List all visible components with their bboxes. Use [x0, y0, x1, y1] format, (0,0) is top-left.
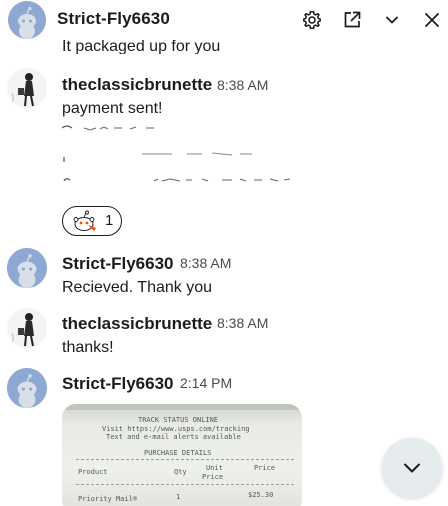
receipt-divider	[76, 459, 294, 460]
snoo-avatar-icon	[7, 248, 47, 288]
receipt-line: TRACK STATUS ONLINE	[138, 416, 219, 424]
snoo-reaction-icon	[73, 210, 96, 231]
receipt-line: Visit https://www.usps.com/tracking	[102, 425, 250, 433]
receipt-line: Price	[202, 473, 224, 481]
open-external-icon	[344, 11, 361, 28]
user-avatar[interactable]	[7, 308, 47, 348]
receipt-top-edge	[62, 404, 302, 410]
receipt-line: Qty	[174, 468, 187, 476]
receipt-line: 1	[176, 493, 181, 501]
message-timestamp: 8:38 AM	[217, 77, 269, 93]
receipt-line: Priority Mail®	[78, 495, 138, 503]
chat-window: Strict-Fly6630 It packaged up for you th…	[0, 0, 448, 506]
open-in-new-window-button[interactable]	[340, 8, 364, 32]
message-text: Recieved. Thank you	[62, 279, 213, 296]
chevron-down-icon	[404, 463, 420, 473]
message-list[interactable]: It packaged up for you theclassicbrunett…	[0, 40, 448, 506]
reaction-count: 1	[105, 212, 114, 229]
user-avatar[interactable]	[7, 368, 47, 408]
settings-button[interactable]	[300, 8, 324, 32]
scroll-to-bottom-button[interactable]	[382, 438, 442, 498]
receipt-divider	[76, 484, 294, 485]
collapse-chat-button[interactable]	[380, 8, 404, 32]
snoo-avatar-icon	[8, 1, 46, 39]
chat-title: Strict-Fly6630	[57, 9, 170, 28]
reaction-pill[interactable]: 1	[62, 206, 122, 236]
snoo-avatar-icon	[7, 368, 47, 408]
redacted-text-fragments	[62, 125, 291, 182]
receipt-line: Product	[78, 468, 108, 476]
receipt-line: Text and e-mail alerts available	[106, 433, 241, 441]
receipt-line: $25.30	[248, 491, 274, 499]
receipt-line: Price	[254, 464, 276, 472]
message-text: payment sent!	[62, 100, 163, 117]
chevron-down-icon	[386, 16, 398, 24]
user-avatar[interactable]	[7, 68, 47, 108]
message-author[interactable]: Strict-Fly6630	[62, 254, 174, 274]
message-text: It packaged up for you	[62, 40, 221, 54]
message-author[interactable]: theclassicbrunette	[62, 75, 212, 95]
message-timestamp: 2:14 PM	[180, 375, 233, 391]
close-icon	[425, 13, 439, 27]
message-timestamp: 8:38 AM	[180, 255, 232, 271]
receipt-line: PURCHASE DETAILS	[144, 449, 212, 457]
close-chat-button[interactable]	[420, 8, 444, 32]
message-text: thanks!	[62, 339, 114, 356]
user-avatar[interactable]	[8, 1, 46, 39]
redacted-address	[62, 124, 302, 190]
receipt-image[interactable]: TRACK STATUS ONLINE Visit https://www.us…	[62, 404, 302, 506]
photo-avatar-icon	[7, 68, 47, 108]
message-author[interactable]: Strict-Fly6630	[62, 374, 174, 394]
chat-header: Strict-Fly6630	[0, 0, 448, 40]
message-author[interactable]: theclassicbrunette	[62, 314, 212, 334]
receipt-line: Unit	[206, 464, 223, 472]
settings-gear-icon	[303, 11, 321, 29]
message-timestamp: 8:38 AM	[217, 315, 269, 331]
photo-avatar-icon	[7, 308, 47, 348]
user-avatar[interactable]	[7, 248, 47, 288]
